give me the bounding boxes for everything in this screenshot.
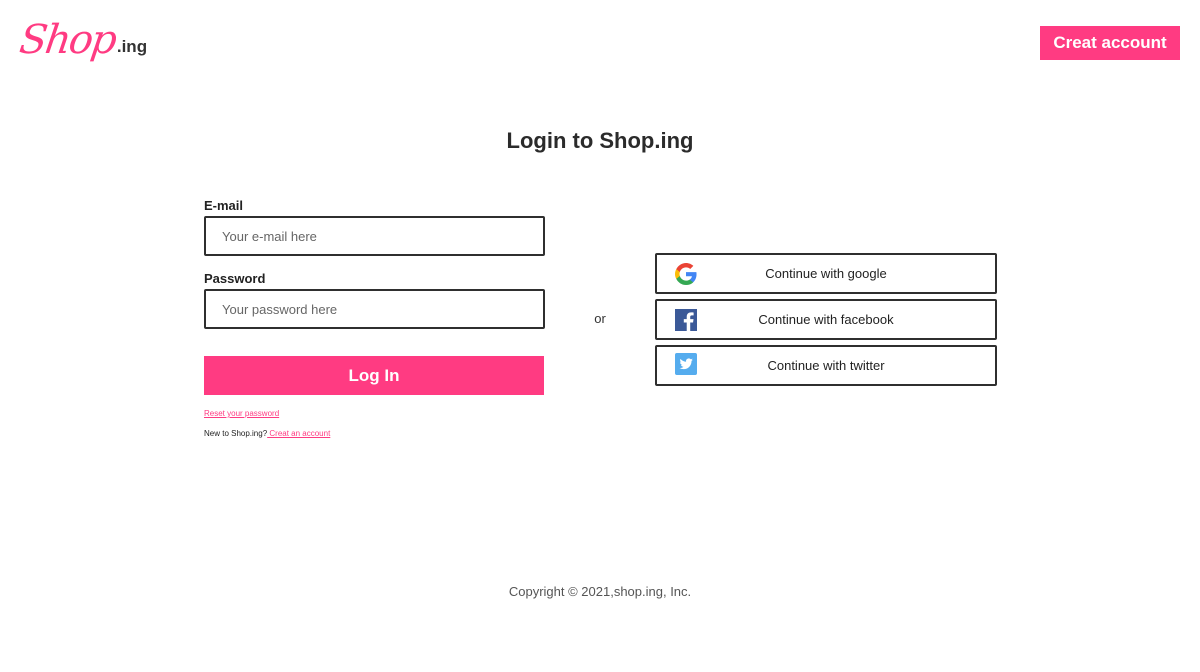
- login-button[interactable]: Log In: [204, 356, 544, 395]
- create-account-link[interactable]: Creat an account: [267, 429, 330, 438]
- google-button-label: Continue with google: [765, 266, 887, 281]
- logo-script: Shop: [16, 17, 119, 63]
- logo[interactable]: Shop .ing: [16, 17, 148, 63]
- logo-suffix: .ing: [116, 37, 148, 56]
- login-page: Shop .ing Creat account Login to Shop.in…: [0, 0, 1200, 672]
- or-separator: or: [594, 311, 606, 326]
- email-label: E-mail: [204, 198, 244, 213]
- page-title: Login to Shop.ing: [506, 128, 694, 153]
- create-account-button[interactable]: Creat account: [1040, 26, 1180, 60]
- new-user-line: New to Shop.ing? Creat an account: [204, 429, 330, 438]
- twitter-login-button[interactable]: Continue with twitter: [655, 345, 997, 386]
- facebook-login-button[interactable]: Continue with facebook: [655, 299, 997, 340]
- email-field[interactable]: [204, 216, 545, 256]
- reset-password-link[interactable]: Reset your password: [204, 409, 279, 418]
- new-user-text: New to Shop.ing?: [204, 429, 268, 438]
- copyright: Copyright © 2021,shop.ing, Inc.: [508, 584, 692, 599]
- password-field[interactable]: [204, 289, 545, 329]
- password-label: Password: [204, 271, 266, 286]
- facebook-button-label: Continue with facebook: [758, 312, 894, 327]
- google-login-button[interactable]: Continue with google: [655, 253, 997, 294]
- twitter-button-label: Continue with twitter: [767, 358, 885, 373]
